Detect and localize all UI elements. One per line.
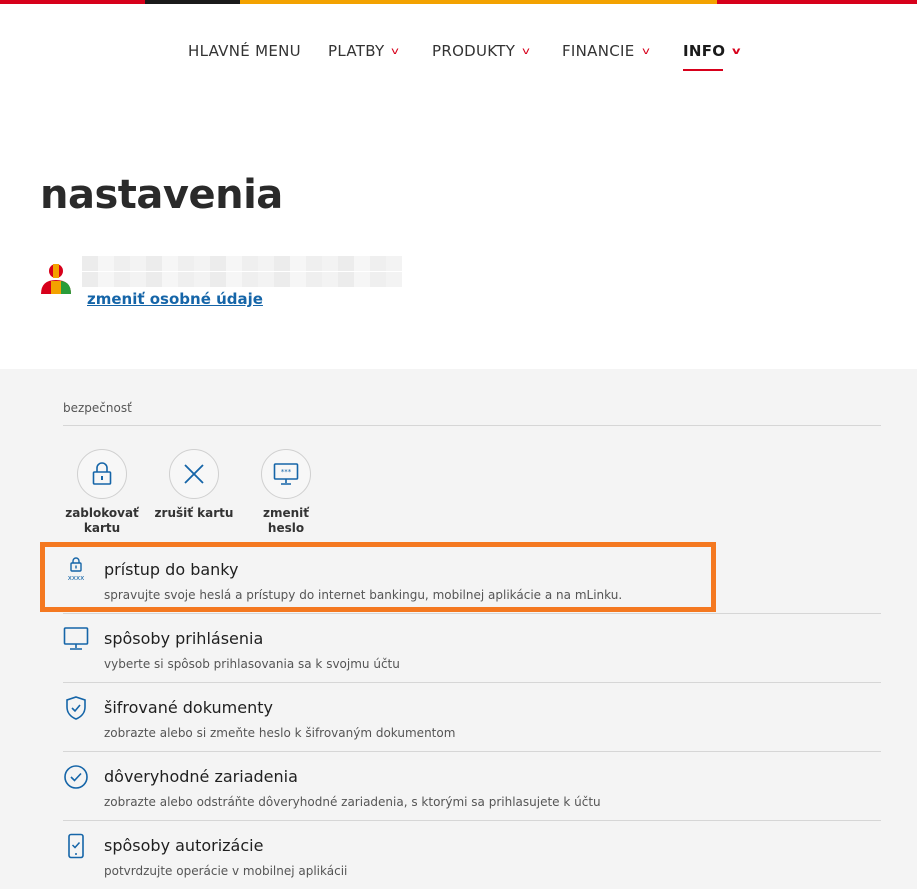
monitor-icon [63,627,89,650]
redaction-pixel [338,271,354,287]
cancel-card-button[interactable]: zrušiť kartu [154,449,234,521]
redaction-pixel [242,271,258,287]
settings-row-authorization-methods[interactable]: spôsoby autorizácie potvrdzujte operácie… [63,821,881,890]
divider [63,425,881,426]
redaction-pixel [354,256,370,271]
nav-item-label: HLAVNÉ MENU [188,42,301,60]
nav-item-info[interactable]: INFO v [683,42,742,71]
row-title: dôveryhodné zariadenia [104,767,298,786]
redaction-pixel [322,256,338,271]
redaction-pixel [306,271,322,287]
phone-check-icon [68,833,84,859]
quick-action-label: zablokovať kartu [65,506,139,535]
chevron-down-icon: v [391,46,400,57]
redaction-pixel [386,256,402,271]
redaction-pixel [98,271,114,287]
section-label-security: bezpečnosť [63,401,132,415]
svg-text:***: *** [281,468,292,476]
redaction-pixel [82,271,98,287]
row-description: vyberte si spôsob prihlasovania sa k svo… [104,657,400,671]
redaction-pixel [274,271,290,287]
chevron-down-icon: v [522,46,531,57]
nav-item-platby[interactable]: PLATBY v [328,42,399,60]
nav-item-label: PRODUKTY [432,42,516,60]
redaction-pixel [226,271,242,287]
row-description: zobrazte alebo si zmeňte heslo k šifrova… [104,726,456,740]
redaction-pixel [226,256,242,271]
redaction-pixel [322,271,338,287]
settings-row-encrypted-documents[interactable]: šifrované dokumenty zobrazte alebo si zm… [63,683,881,752]
redaction-pixel [210,256,226,271]
row-title: spôsoby autorizácie [104,836,264,855]
settings-row-trusted-devices[interactable]: dôveryhodné zariadenia zobrazte alebo od… [63,752,881,821]
quick-action-label: zmeniť heslo [262,506,310,535]
nav-item-hlavne-menu[interactable]: HLAVNÉ MENU [188,42,301,60]
block-card-button[interactable]: zablokovať kartu [62,449,142,536]
settings-row-login-methods[interactable]: spôsoby prihlásenia vyberte si spôsob pr… [63,614,881,683]
redaction-pixel [370,256,386,271]
main-navigation: HLAVNÉ MENU PLATBY v PRODUKTY v FINANCIE v … [0,0,917,100]
redaction-pixel [242,256,258,271]
quick-action-label: zrušiť kartu [154,506,234,520]
redaction-pixel [178,256,194,271]
redaction-pixel [162,271,178,287]
redaction-pixel [98,256,114,271]
change-password-button[interactable]: *** zmeniť heslo [246,449,326,536]
shield-check-icon [66,696,86,720]
redaction-pixel [354,271,370,287]
row-description: potvrdzujte operácie v mobilnej aplikáci… [104,864,348,878]
redaction-pixel [290,271,306,287]
redaction-pixel [194,271,210,287]
row-title: šifrované dokumenty [104,698,273,717]
edit-personal-info-link[interactable]: zmeniť osobné údaje [87,290,263,308]
redaction-pixel [162,256,178,271]
redaction-pixel [274,256,290,271]
redaction-pixel [178,271,194,287]
password-screen-icon: *** [273,463,299,485]
nav-item-label: INFO [683,42,726,60]
chevron-down-icon: v [641,46,650,57]
nav-item-financie[interactable]: FINANCIE v [562,42,649,60]
page-title: nastavenia [40,172,283,218]
redaction-pixel [146,271,162,287]
lock-icon [92,462,112,485]
nav-item-label: FINANCIE [562,42,635,60]
redaction-pixel [114,256,130,271]
redaction-pixel [194,256,210,271]
check-circle-icon [64,765,88,789]
user-avatar-icon [41,264,71,294]
icon-circle [77,449,127,499]
row-description: zobrazte alebo odstráňte dôveryhodné zar… [104,795,601,809]
nav-item-produkty[interactable]: PRODUKTY v [432,42,531,60]
chevron-down-icon: v [732,46,742,57]
redaction-pixel [130,271,146,287]
redaction-pixel [82,256,98,271]
redaction-pixel [386,271,402,287]
icon-circle: *** [261,449,311,499]
redaction-pixel [258,256,274,271]
nav-item-label: PLATBY [328,42,385,60]
redaction-pixel [146,256,162,271]
redacted-user-name [82,256,402,287]
redaction-pixel [370,271,386,287]
row-title: spôsoby prihlásenia [104,629,264,648]
redaction-pixel [210,271,226,287]
redaction-pixel [306,256,322,271]
close-icon [184,464,204,484]
redaction-pixel [290,256,306,271]
redaction-pixel [114,271,130,287]
redaction-pixel [130,256,146,271]
redaction-pixel [258,271,274,287]
highlight-frame [40,542,716,612]
icon-circle [169,449,219,499]
redaction-pixel [338,256,354,271]
